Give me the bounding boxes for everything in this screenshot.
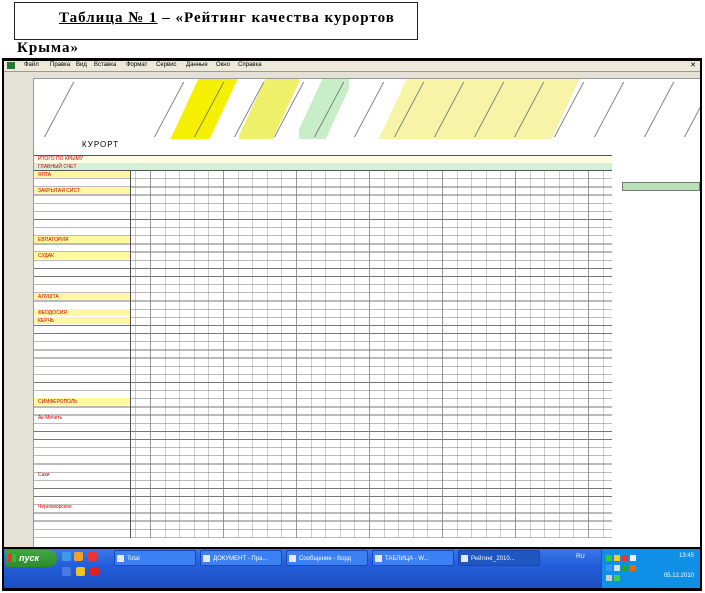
browser-icon[interactable] (74, 552, 83, 561)
tray-icon[interactable] (630, 555, 636, 561)
tray-icon[interactable] (622, 555, 628, 561)
menu-insert[interactable]: Вставка (94, 62, 116, 68)
start-button[interactable]: пуск (5, 550, 57, 567)
row-label: КЕРЧЬ (38, 318, 55, 324)
quicklaunch-icon[interactable] (90, 567, 99, 576)
clock-time: 13:45 (678, 553, 694, 559)
row-label: ЯЛТА (38, 172, 52, 178)
menu-window[interactable]: Окно (216, 62, 230, 68)
row-label: Саки (38, 472, 50, 478)
opera-icon[interactable] (88, 552, 97, 561)
menu-format[interactable]: Формат (126, 62, 147, 68)
row-label: АЛУШТА (38, 294, 59, 300)
column-headers (4, 72, 700, 79)
menu-file[interactable]: Файл (24, 62, 39, 68)
summary-header (622, 182, 700, 191)
taskbar-item-active[interactable]: Рейтинг_2010... (458, 550, 540, 566)
pale-header-band (349, 79, 609, 139)
spreadsheet[interactable]: КУРОРТ ИТОГО ПО КРЫМУ ГЛАВНЫЙ СЧЕТ ЯЛТА … (4, 72, 700, 547)
tray-icon[interactable] (622, 565, 628, 571)
quicklaunch-icon[interactable] (62, 567, 71, 576)
show-desktop-icon[interactable] (62, 552, 71, 561)
menu-data[interactable]: Данные (186, 62, 208, 68)
header-divider (684, 82, 700, 137)
header-divider (644, 82, 675, 137)
row-label: Ак-Мечеть (38, 415, 63, 421)
row-headers (4, 78, 34, 547)
row-label: ЕВПАТОРИЯ (38, 237, 69, 243)
green-header-band (299, 79, 349, 139)
caption-title: – «Рейтинг качества курортов (157, 10, 395, 26)
menu-edit[interactable]: Правка (50, 62, 70, 68)
tray-icon[interactable] (614, 555, 620, 561)
system-tray: 13:45 05.12.2010 (601, 549, 700, 588)
total-row-label: ГЛАВНЫЙ СЧЕТ (38, 164, 77, 170)
clock-date: 05.12.2010 (663, 573, 694, 579)
sheet-title: КУРОРТ (82, 140, 120, 149)
menu-view[interactable]: Вид (76, 62, 87, 68)
taskbar-item[interactable]: Сообщение - Ворд (286, 550, 368, 566)
tray-icon[interactable] (630, 565, 636, 571)
row-label: СИМФЕРОПОЛЬ (38, 399, 78, 405)
taskbar-item[interactable]: ДОКУМЕНТ - Пра... (200, 550, 282, 566)
language-indicator[interactable]: RU (576, 554, 585, 560)
tray-icon[interactable] (606, 565, 612, 571)
tray-clock[interactable]: 13:45 05.12.2010 (664, 551, 694, 581)
resort-name-column (34, 171, 131, 538)
row-label: ФЕОДОСИЯ (38, 310, 68, 316)
windows-logo-icon (8, 554, 16, 562)
excel-menubar: Файл Правка Вид Вставка Формат Сервис Да… (4, 61, 700, 72)
total-row (34, 163, 612, 171)
right-summary-block (622, 152, 700, 538)
network-icon[interactable] (614, 575, 620, 581)
header-row-label: ИТОГО ПО КРЫМУ (38, 156, 83, 162)
row-label: Черноморское (38, 504, 72, 510)
caption-line-2: Крыма» (17, 40, 80, 56)
tray-icon[interactable] (614, 565, 620, 571)
excel-window: Файл Правка Вид Вставка Формат Сервис Да… (2, 58, 702, 591)
start-label: пуск (19, 553, 40, 563)
caption-table-number: Таблица № 1 (59, 10, 158, 26)
menu-tools[interactable]: Сервис (156, 62, 177, 68)
menu-help[interactable]: Справка (238, 62, 262, 68)
row-label: ЗАКРЫТАЯ СИСТ (38, 188, 80, 194)
tray-icon[interactable] (606, 555, 612, 561)
windows-taskbar: пуск Total ДОКУМЕНТ - Пра... Сообщение -… (4, 549, 700, 588)
table-caption: Таблица № 1 – «Рейтинг качества курортов… (14, 2, 418, 56)
header-divider (44, 82, 75, 137)
excel-icon[interactable] (7, 62, 15, 69)
caption-line-1: Таблица № 1 – «Рейтинг качества курортов (59, 10, 395, 27)
quicklaunch-icon[interactable] (76, 567, 85, 576)
taskbar-item[interactable]: Total (114, 550, 196, 566)
close-icon[interactable]: ✕ (690, 61, 696, 69)
speaker-icon[interactable] (606, 575, 612, 581)
taskbar-item[interactable]: ТАБЛИЦА - W... (372, 550, 454, 566)
row-label: СУДАК (38, 253, 55, 259)
